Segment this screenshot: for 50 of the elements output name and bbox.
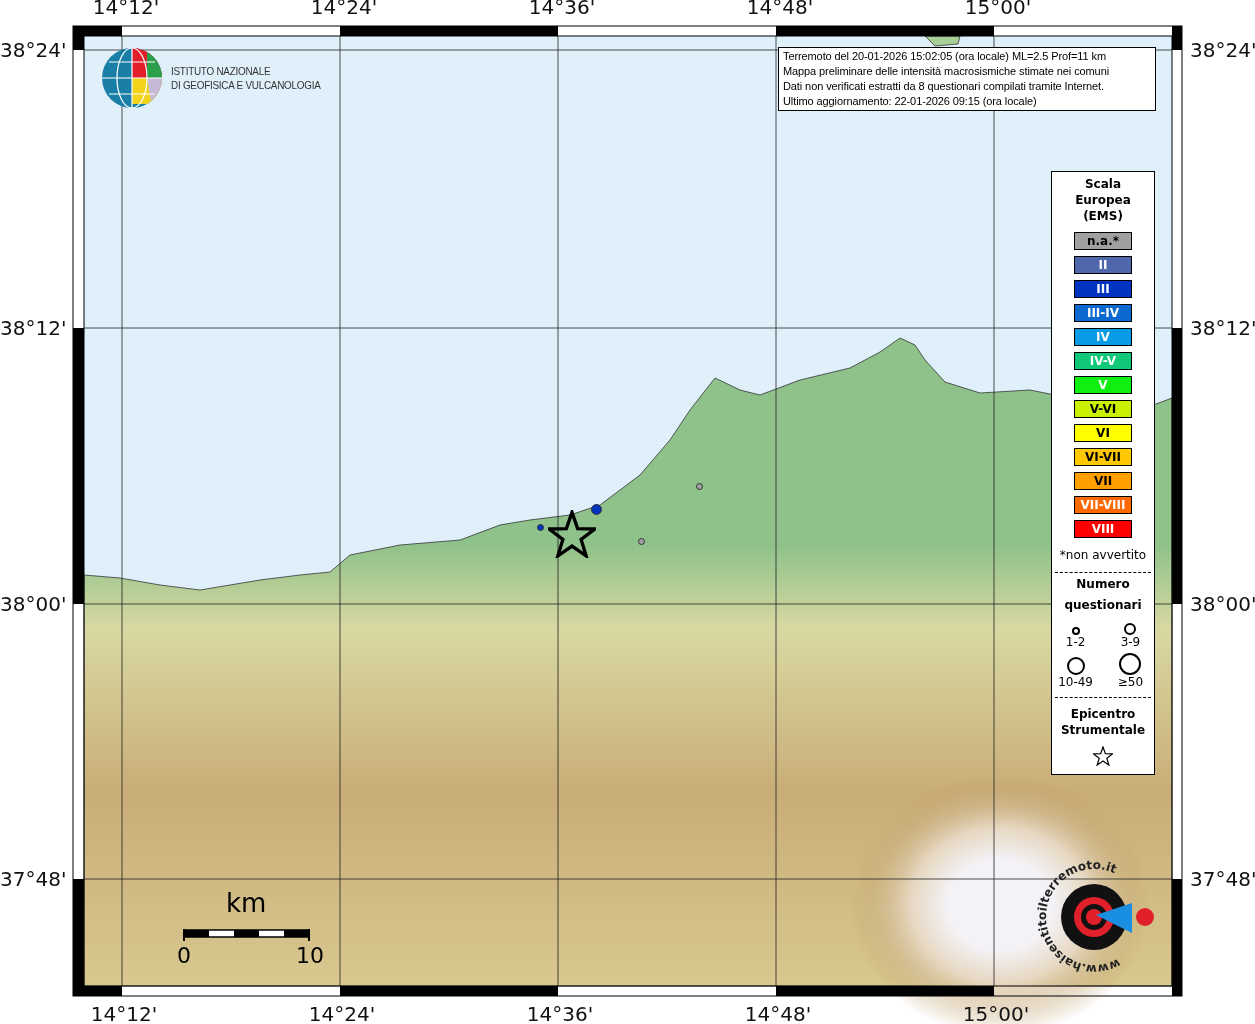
size-label: ≥50 bbox=[1117, 675, 1144, 689]
latitude-label: 38°12' bbox=[0, 318, 66, 338]
longitude-label: 14°48' bbox=[743, 1004, 813, 1024]
latitude-label: 38°00' bbox=[0, 594, 66, 614]
scale-unit: km bbox=[226, 890, 267, 916]
intensity-swatch: n.a.* bbox=[1074, 232, 1132, 250]
intensity-swatch: VII bbox=[1074, 472, 1132, 490]
intensity-swatch: VIII bbox=[1074, 520, 1132, 538]
latitude-label: 37°48' bbox=[0, 869, 66, 889]
info-text: Terremoto del 20-01-2026 15:02:05 (ora locale) ML=2.5 Prof=11 km bbox=[783, 49, 1107, 64]
legend-title: Europea bbox=[1075, 192, 1131, 208]
latitude-label: 38°24' bbox=[0, 40, 66, 60]
intensity-swatch: II bbox=[1074, 256, 1132, 274]
intensity-swatch: V bbox=[1074, 376, 1132, 394]
size-label: 10-49 bbox=[1058, 675, 1093, 689]
info-text: Mappa preliminare delle intensità macrosismiche stimate nei comuni bbox=[783, 64, 1110, 79]
legend-title: Strumentale bbox=[1060, 722, 1146, 738]
intensity-swatch: VI-VII bbox=[1074, 448, 1132, 466]
legend-title: (EMS) bbox=[1083, 208, 1123, 224]
longitude-label: 14°24' bbox=[307, 1004, 377, 1024]
star-icon bbox=[548, 510, 596, 558]
scale-label: 0 bbox=[177, 945, 191, 967]
longitude-label: 15°00' bbox=[961, 1004, 1031, 1024]
intensity-swatch: IV bbox=[1074, 328, 1132, 346]
latitude-label: 37°48' bbox=[1190, 869, 1255, 889]
latitude-label: 38°00' bbox=[1190, 594, 1255, 614]
legend-title: questionari bbox=[1064, 597, 1142, 614]
logo-text: ISTITUTO NAZIONALE bbox=[171, 64, 272, 78]
intensity-swatch: III bbox=[1074, 280, 1132, 298]
scale-label: 10 bbox=[296, 945, 324, 967]
legend-title: Epicentro bbox=[1070, 706, 1136, 722]
size-label: 1-2 bbox=[1065, 635, 1086, 649]
intensity-swatch: III-IV bbox=[1074, 304, 1132, 322]
longitude-label: 14°36' bbox=[525, 1004, 595, 1024]
legend-title: Numero bbox=[1076, 576, 1130, 593]
intensity-swatch: V-VI bbox=[1074, 400, 1132, 418]
globe-logo-icon bbox=[101, 47, 163, 109]
legend-note: *non avvertito bbox=[1059, 547, 1147, 564]
info-text: Dati non verificati estratti da 8 questionari compilati tramite Internet. bbox=[783, 79, 1106, 94]
intensity-swatch: IV-V bbox=[1074, 352, 1132, 370]
intensity-swatch: VI bbox=[1074, 424, 1132, 442]
latitude-label: 38°24' bbox=[1190, 40, 1255, 60]
size-label: 3-9 bbox=[1120, 635, 1141, 649]
intensity-swatch: VII-VIII bbox=[1074, 496, 1132, 514]
longitude-label: 14°12' bbox=[89, 1004, 159, 1024]
legend-title: Scala bbox=[1084, 176, 1122, 192]
logo-text: DI GEOFISICA E VULCANOLOGIA bbox=[171, 78, 321, 92]
info-text: Ultimo aggiornamento: 22-01-2026 09:15 (ora locale) bbox=[783, 94, 1038, 109]
star-icon bbox=[1093, 746, 1113, 766]
latitude-label: 38°12' bbox=[1190, 318, 1255, 338]
